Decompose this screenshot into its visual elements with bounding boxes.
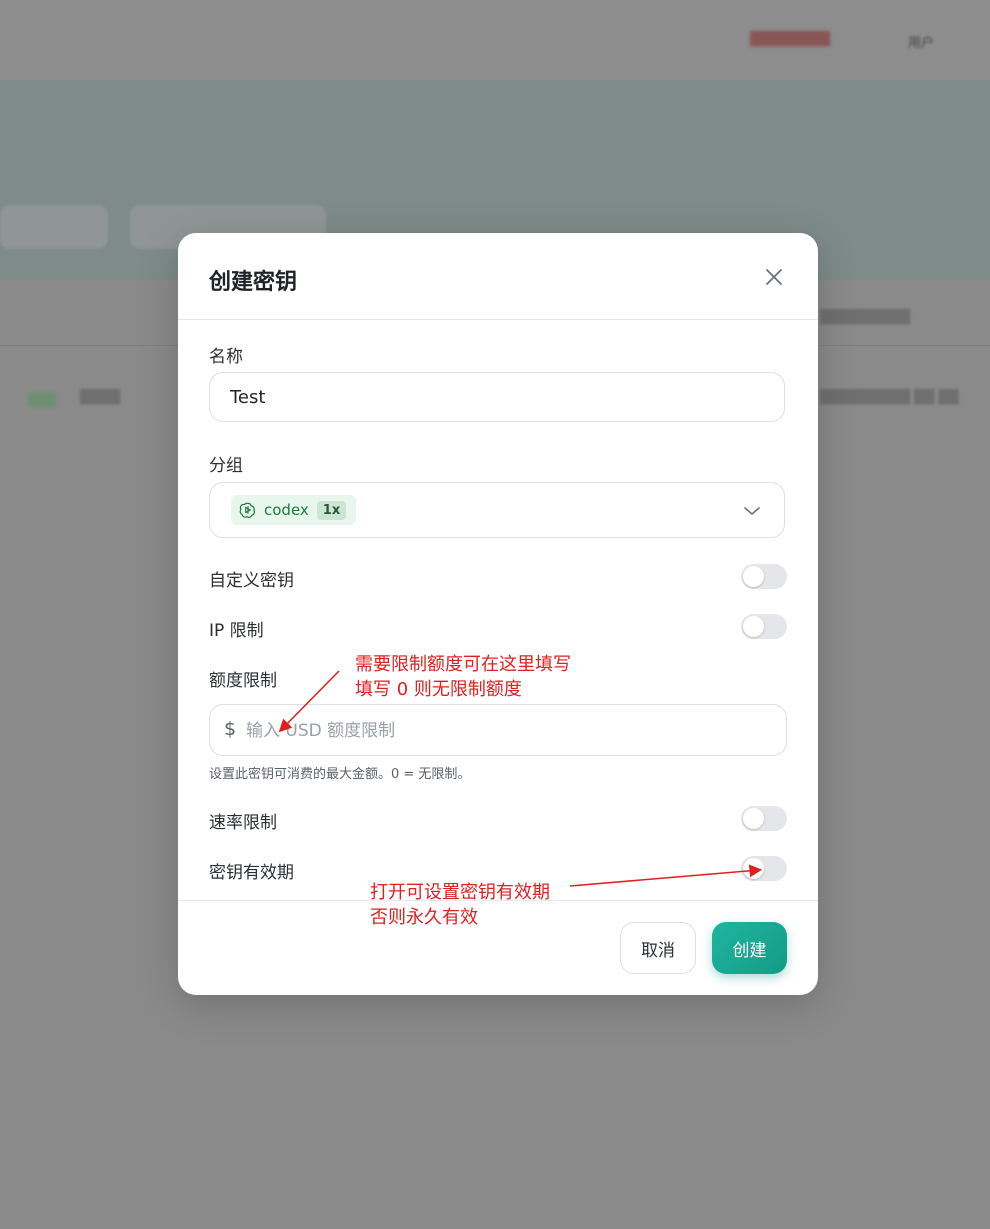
expiry-annotation-line2: 否则永久有效 (370, 907, 478, 928)
quota-annotation-line1: 需要限制额度可在这里填写 (355, 654, 571, 675)
quota-label: 额度限制 (209, 671, 277, 691)
group-select[interactable]: codex 1x (209, 482, 785, 538)
toggle-knob (743, 616, 764, 637)
dialog-title: 创建密钥 (209, 270, 298, 295)
openai-logo-icon (239, 502, 255, 518)
app-topbar (0, 0, 990, 80)
filter-select-1[interactable] (0, 205, 108, 249)
quota-input[interactable] (244, 706, 768, 756)
app-footer-area (0, 1080, 990, 1229)
name-label: 名称 (209, 347, 243, 367)
group-multiplier-badge: 1x (316, 500, 347, 520)
create-button[interactable]: 创建 (712, 922, 787, 974)
toggle-knob (743, 808, 764, 829)
group-name: codex (264, 501, 309, 519)
name-input[interactable] (209, 372, 785, 422)
row-date: █████████ ██:██ (820, 390, 959, 405)
quota-field: $ (209, 704, 787, 756)
quota-help-text: 设置此密钥可消费的最大金额。0 = 无限制。 (209, 767, 471, 782)
toggle-knob (743, 858, 764, 879)
close-button[interactable] (762, 265, 786, 289)
quota-annotation-line2: 填写 0 则无限制额度 (355, 679, 522, 700)
expiry-label: 密钥有效期 (209, 863, 294, 883)
expiry-annotation: 打开可设置密钥有效期 否则永久有效 (370, 880, 550, 930)
expiry-annotation-line1: 打开可设置密钥有效期 (370, 882, 550, 903)
expiry-toggle[interactable] (741, 856, 787, 881)
toggle-knob (743, 566, 764, 587)
custom-key-toggle[interactable] (741, 564, 787, 589)
row-text: ████ (80, 390, 120, 405)
chevron-down-icon (744, 507, 760, 515)
rate-limit-toggle[interactable] (741, 806, 787, 831)
ip-limit-label: IP 限制 (209, 621, 264, 641)
dialog-header: 创建密钥 (178, 233, 818, 320)
ip-limit-toggle[interactable] (741, 614, 787, 639)
topbar-user-menu[interactable]: 用户 (908, 32, 934, 51)
custom-key-label: 自定义密钥 (209, 571, 294, 591)
row-badge (28, 392, 56, 408)
cancel-button[interactable]: 取消 (620, 922, 696, 974)
currency-symbol: $ (224, 718, 237, 740)
topbar-alert-link[interactable]: ████████ (750, 32, 830, 47)
quota-annotation: 需要限制额度可在这里填写 填写 0 则无限制额度 (355, 652, 571, 702)
group-label: 分组 (209, 456, 243, 476)
rate-limit-label: 速率限制 (209, 813, 277, 833)
header-right-text: █████████ (820, 310, 910, 325)
close-icon (766, 269, 782, 285)
group-tag: codex 1x (231, 495, 357, 525)
